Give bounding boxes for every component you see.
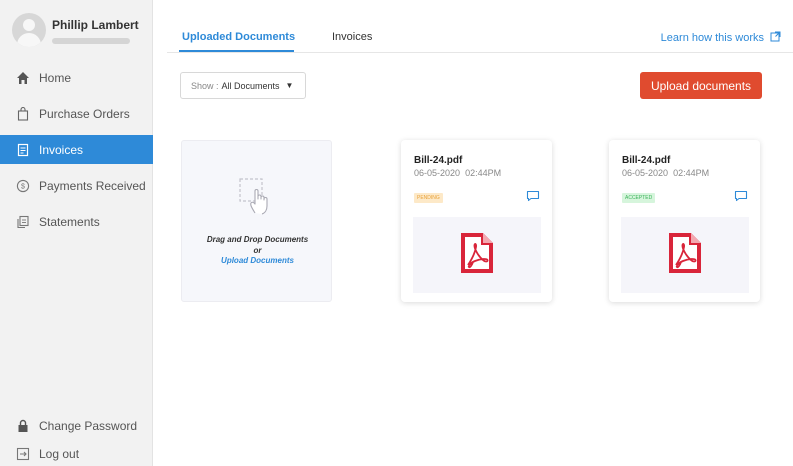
document-tabs: Uploaded Documents Invoices Learn how th… [167, 0, 793, 53]
comment-icon[interactable] [734, 189, 748, 202]
document-card[interactable]: Bill-24.pdf 06-05-2020 02:44PM PENDING [401, 140, 552, 302]
sidebar-item-statements[interactable]: Statements [0, 207, 153, 236]
pdf-icon [459, 231, 495, 280]
shopping-bag-icon [16, 106, 30, 121]
comment-icon[interactable] [526, 189, 540, 202]
sidebar-item-change-password[interactable]: Change Password [0, 413, 153, 439]
dropzone-instructions: Drag and Drop Documents [206, 235, 309, 244]
dollar-circle-icon: $ [16, 179, 30, 193]
sidebar-item-log-out[interactable]: Log out [0, 441, 153, 466]
learn-how-link[interactable]: Learn how this works [661, 31, 781, 45]
upload-documents-button[interactable]: Upload documents [640, 72, 762, 99]
avatar [12, 13, 46, 47]
dropzone-or: or [253, 246, 262, 255]
tab-uploaded-documents[interactable]: Uploaded Documents [182, 31, 295, 43]
sidebar-item-home[interactable]: Home [0, 63, 153, 92]
sidebar: Phillip Lambert Home Purchase Orders Inv… [0, 0, 153, 466]
document-name: Bill-24.pdf [414, 155, 463, 166]
document-datetime: 06-05-2020 02:44PM [622, 168, 710, 178]
svg-text:$: $ [21, 183, 25, 190]
statement-icon [16, 215, 30, 229]
tab-invoices[interactable]: Invoices [332, 31, 372, 43]
sidebar-item-label: Change Password [39, 419, 138, 433]
status-badge: PENDING [414, 193, 443, 203]
user-profile[interactable]: Phillip Lambert [12, 12, 147, 50]
logout-icon [16, 447, 30, 461]
document-preview [413, 217, 541, 293]
sidebar-bottom-nav: Change Password Log out [0, 413, 153, 466]
drag-drop-hand-icon [238, 177, 278, 217]
sidebar-item-label: Payments Received [39, 178, 146, 193]
sidebar-item-purchase-orders[interactable]: Purchase Orders [0, 99, 153, 128]
sidebar-item-label: Home [39, 70, 72, 85]
caret-down-icon: ▼ [285, 81, 294, 90]
document-datetime: 06-05-2020 02:44PM [414, 168, 502, 178]
sidebar-item-label: Invoices [39, 142, 84, 157]
active-tab-indicator [179, 50, 294, 52]
document-filter-select[interactable]: Show : All Documents ▼ [180, 72, 306, 99]
lock-icon [16, 419, 30, 433]
upload-documents-link[interactable]: Upload Documents [182, 256, 333, 265]
user-name: Phillip Lambert [52, 18, 139, 32]
filter-value: All Documents [221, 80, 280, 91]
sidebar-item-payments-received[interactable]: $ Payments Received [0, 171, 153, 200]
document-preview [621, 217, 749, 293]
home-icon [16, 71, 30, 85]
invoice-icon [16, 143, 30, 157]
document-name: Bill-24.pdf [622, 155, 671, 166]
pdf-icon [667, 231, 703, 280]
external-link-icon [764, 31, 781, 45]
learn-how-label: Learn how this works [660, 32, 764, 44]
sidebar-item-invoices[interactable]: Invoices [0, 135, 153, 164]
sidebar-item-label: Log out [39, 447, 80, 461]
filter-prefix: Show : [191, 80, 219, 91]
sidebar-item-label: Statements [39, 214, 100, 229]
sidebar-nav: Home Purchase Orders Invoices $ Payments… [0, 63, 153, 243]
drag-drop-zone[interactable]: Drag and Drop Documents or Upload Docume… [181, 140, 332, 302]
document-card[interactable]: Bill-24.pdf 06-05-2020 02:44PM ACCEPTED [609, 140, 760, 302]
sidebar-item-label: Purchase Orders [39, 106, 130, 121]
user-subtitle-placeholder [52, 38, 130, 44]
status-badge: ACCEPTED [622, 193, 656, 203]
